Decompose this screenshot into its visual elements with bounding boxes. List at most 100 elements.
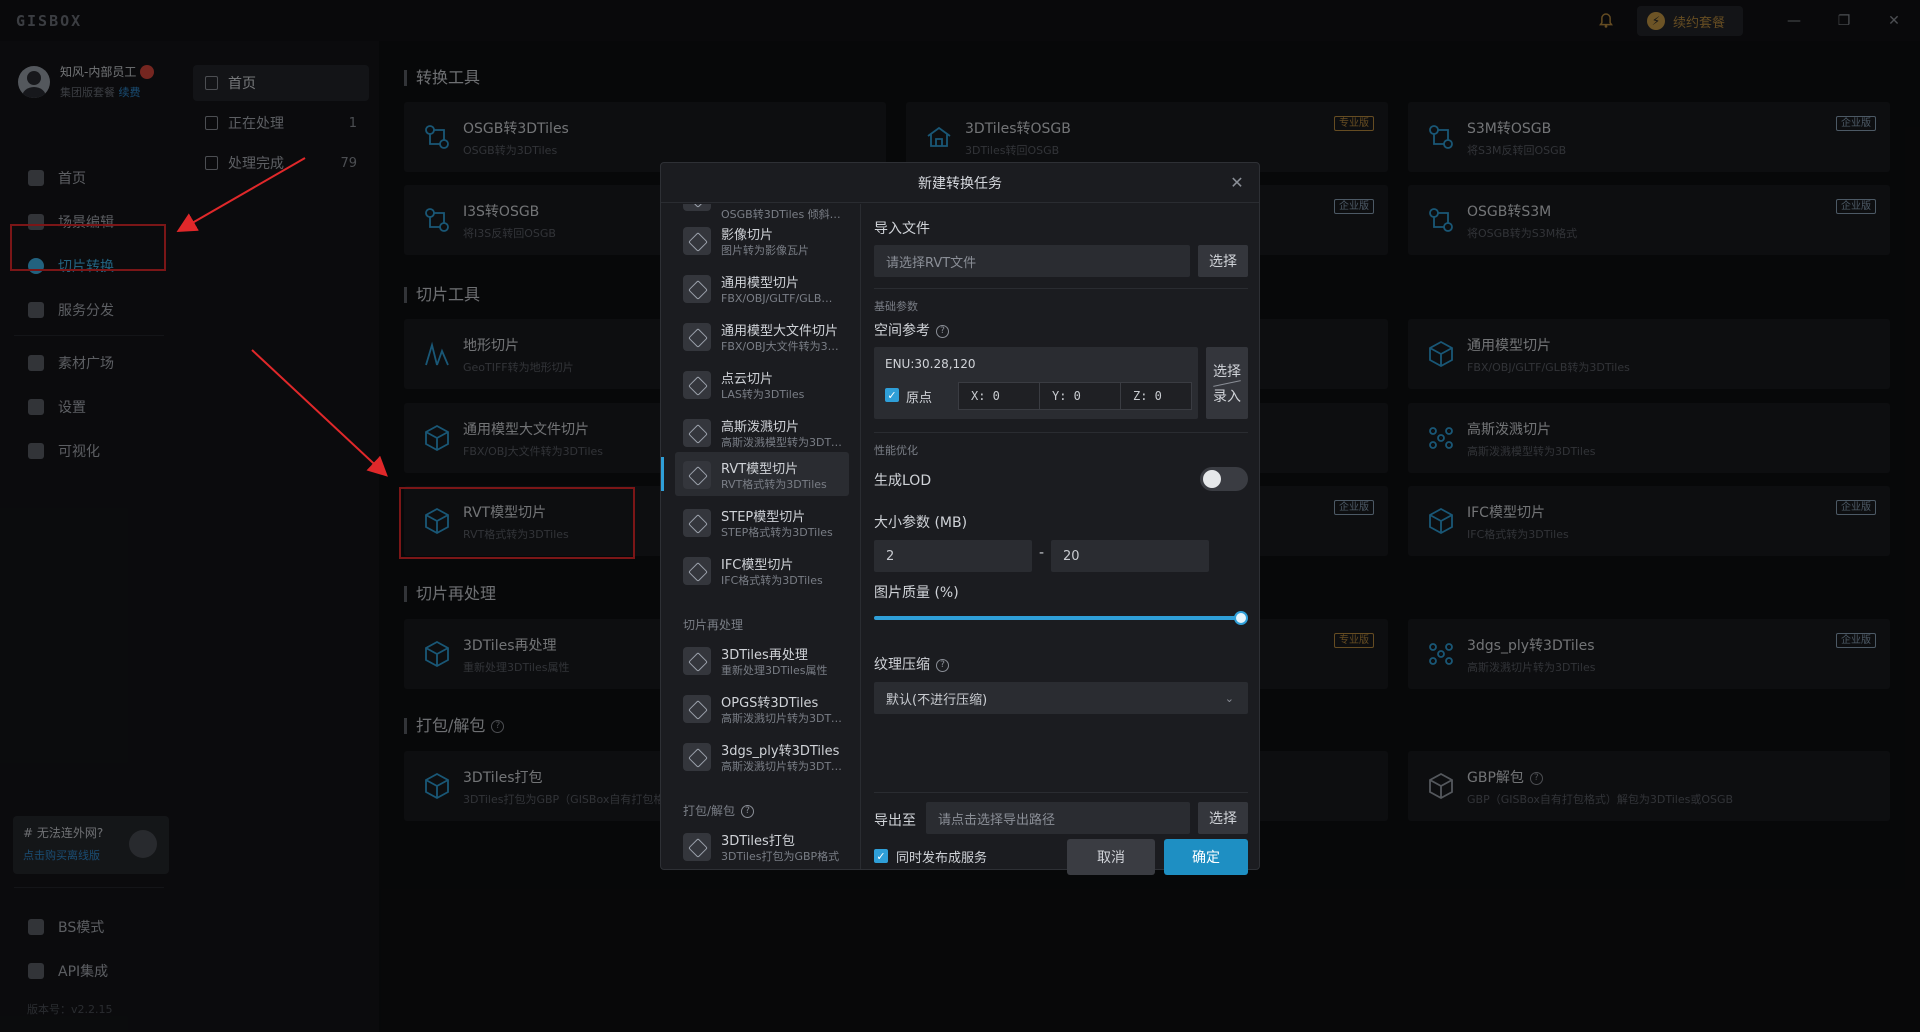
card-s3m-osgb[interactable]: S3M转OSGB 将S3M反转回OSGB 企业版 bbox=[1408, 102, 1890, 172]
list-item-title: OPGS转3DTiles bbox=[721, 696, 819, 711]
card-desc: IFC格式转为3DTiles bbox=[1467, 528, 1569, 541]
chart-icon bbox=[28, 355, 44, 371]
cube-icon bbox=[683, 833, 711, 861]
nav-item-bs-mode[interactable]: BS模式 bbox=[14, 907, 164, 947]
card-ifc[interactable]: IFC模型切片 IFC格式转为3DTiles 企业版 bbox=[1408, 486, 1890, 556]
renew-link[interactable]: 续费 bbox=[119, 86, 141, 99]
import-file-input[interactable]: 请选择RVT文件 bbox=[874, 245, 1190, 277]
size-min-input[interactable]: 2 bbox=[874, 540, 1032, 572]
modal-title: 新建转换任务 bbox=[661, 163, 1259, 203]
list-item-desc: 图片转为影像瓦片 bbox=[721, 244, 809, 257]
code-icon bbox=[28, 919, 44, 935]
subnav-label: 正在处理 bbox=[228, 116, 284, 132]
tile-icon bbox=[683, 204, 711, 211]
quality-slider-track[interactable] bbox=[874, 616, 1238, 620]
list-item-opgs[interactable]: OPGS转3DTiles 高斯泼溅切片转为3DTiles bbox=[675, 686, 849, 730]
help-icon[interactable]: ? bbox=[936, 324, 949, 338]
origin-checkbox[interactable]: ✓ bbox=[885, 388, 899, 402]
nav-item-settings[interactable]: 设置 bbox=[14, 387, 164, 427]
list-item-step[interactable]: STEP模型切片 STEP格式转为3DTiles bbox=[675, 500, 849, 544]
card-desc: 将OSGB转为S3M格式 bbox=[1467, 227, 1578, 240]
import-label: 导入文件 bbox=[874, 221, 930, 237]
active-indicator bbox=[661, 457, 664, 491]
help-icon[interactable]: ? bbox=[741, 805, 755, 818]
list-item-pointcloud[interactable]: 点云切片 LAS转为3DTiles bbox=[675, 362, 849, 406]
subnav-processing[interactable]: 正在处理 1 bbox=[193, 105, 369, 141]
list-item-gaussian[interactable]: 高斯泼溅切片 高斯泼溅模型转为3DTiles bbox=[675, 410, 849, 454]
list-item-model-general[interactable]: 通用模型切片FBX/OBJ/GLTF/GLB转为3DTiles bbox=[675, 266, 849, 310]
bell-icon[interactable] bbox=[1595, 9, 1617, 31]
list-item-title: 3DTiles再处理 bbox=[721, 648, 808, 663]
card-osgb-s3m[interactable]: OSGB转S3M 将OSGB转为S3M格式 企业版 bbox=[1408, 185, 1890, 255]
user-plan: 集团版套餐 bbox=[60, 86, 115, 99]
spatial-ref-pick-button[interactable]: 选择 录入 bbox=[1206, 347, 1248, 419]
secondary-sidebar: 首页 正在处理 1 处理完成 79 bbox=[181, 41, 379, 1032]
close-window-icon[interactable]: ✕ bbox=[1882, 9, 1906, 33]
export-label: 导出至 bbox=[874, 813, 916, 829]
x-input[interactable]: X: 0 bbox=[958, 382, 1040, 410]
cube-icon bbox=[683, 461, 711, 489]
list-item-image-slice[interactable]: 影像切片 图片转为影像瓦片 bbox=[675, 218, 849, 262]
nav-item-visualize[interactable]: 可视化 bbox=[14, 431, 164, 471]
list-item-model-large[interactable]: 通用模型大文件切片FBX/OBJ大文件转为3DTiles bbox=[675, 314, 849, 358]
list-item[interactable]: OSGB转3DTiles 倾斜摄影 bbox=[675, 204, 849, 221]
version-label: 版本号：v2.2.15 bbox=[27, 1003, 113, 1016]
list-item-3dtiles-pack[interactable]: 3DTiles打包 3DTiles打包为GBP格式 bbox=[675, 824, 849, 868]
help-icon[interactable]: ? bbox=[1529, 771, 1543, 785]
export-select-button[interactable]: 选择 bbox=[1198, 802, 1248, 834]
card-gbp-unpack[interactable]: GBP解包? GBP（GISBox自有打包格式）解包为3DTiles或OSGB bbox=[1408, 751, 1890, 821]
confirm-button[interactable]: 确定 bbox=[1164, 839, 1248, 875]
restore-icon[interactable]: ❐ bbox=[1832, 9, 1856, 33]
help-icon[interactable]: ? bbox=[491, 720, 505, 733]
nav-item-service[interactable]: 服务分发 bbox=[14, 290, 164, 330]
list-item-3dgs-ply[interactable]: 3dgs_ply转3DTiles 高斯泼溅切片转为3DTiles bbox=[675, 734, 849, 778]
gaussian-icon bbox=[1429, 643, 1453, 665]
user-profile[interactable]: 知风-内部员工 集团版套餐 续费 bbox=[18, 63, 155, 100]
close-icon[interactable]: ✕ bbox=[1227, 172, 1247, 192]
nav-item-home[interactable]: 首页 bbox=[14, 158, 164, 198]
gaussian-icon bbox=[1429, 427, 1453, 449]
task-type-list[interactable]: OSGB转3DTiles 倾斜摄影 影像切片 图片转为影像瓦片 通用模型切片 FBX… bbox=[661, 204, 861, 869]
package-icon bbox=[1429, 772, 1453, 800]
list-item-desc: RVT格式转为3DTiles bbox=[721, 478, 827, 491]
minimize-icon[interactable]: — bbox=[1782, 9, 1806, 33]
publish-checkbox[interactable]: ✓ bbox=[874, 849, 888, 863]
list-item-rvt[interactable]: RVT模型切片 RVT格式转为3DTiles bbox=[675, 452, 849, 496]
image-icon bbox=[683, 227, 711, 255]
lod-toggle[interactable] bbox=[1200, 467, 1248, 491]
card-title: 通用模型切片 bbox=[1467, 338, 1551, 354]
texture-value: 默认(不进行压缩) bbox=[886, 692, 988, 708]
texture-select[interactable]: 默认(不进行压缩) ⌄ bbox=[874, 682, 1248, 714]
export-path-input[interactable]: 请点击选择导出路径 bbox=[926, 802, 1190, 834]
cube-icon bbox=[425, 424, 449, 452]
list-item-3dtiles-reprocess[interactable]: 3DTiles再处理 重新处理3DTiles属性 bbox=[675, 638, 849, 682]
list-item-desc: LAS转为3DTiles bbox=[721, 388, 805, 401]
processing-count: 1 bbox=[348, 115, 357, 131]
section-pack: 打包/解包? bbox=[404, 718, 505, 734]
card-3dgs-ply[interactable]: 3dgs_ply转3DTiles 高斯泼溅切片转为3DTiles 企业版 bbox=[1408, 619, 1890, 689]
offline-promo[interactable]: # 无法连外网? 点击购买离线版 bbox=[13, 816, 169, 874]
z-input[interactable]: Z: 0 bbox=[1120, 382, 1192, 410]
avatar[interactable] bbox=[18, 65, 50, 98]
pointcloud-icon bbox=[683, 371, 711, 399]
nav-item-api[interactable]: API集成 bbox=[14, 951, 164, 991]
gear-icon bbox=[28, 399, 44, 415]
help-icon[interactable]: ? bbox=[936, 658, 949, 672]
subnav-completed[interactable]: 处理完成 79 bbox=[193, 145, 369, 181]
subnav-home[interactable]: 首页 bbox=[193, 65, 369, 101]
app-logo: GISBOX bbox=[16, 12, 83, 30]
card-model-general[interactable]: 通用模型切片 FBX/OBJ/GLTF/GLB转为3DTiles bbox=[1408, 319, 1890, 389]
renew-plan-button[interactable]: ⚡ 续约套餐 bbox=[1637, 6, 1743, 36]
quality-slider-thumb[interactable] bbox=[1234, 611, 1248, 625]
lod-label: 生成LOD bbox=[874, 473, 932, 489]
y-input[interactable]: Y: 0 bbox=[1039, 382, 1121, 410]
left-sidebar: 知风-内部员工 集团版套餐 续费 首页 场景编辑 切片转换 服务分发 素材广场 … bbox=[0, 41, 181, 1032]
cancel-button[interactable]: 取消 bbox=[1067, 839, 1155, 875]
import-select-button[interactable]: 选择 bbox=[1198, 245, 1248, 277]
perf-opt-label: 性能优化 bbox=[874, 444, 918, 457]
card-gaussian[interactable]: 高斯泼溅切片 高斯泼溅模型转为3DTiles bbox=[1408, 403, 1890, 473]
cube-icon bbox=[683, 275, 711, 303]
size-max-input[interactable]: 20 bbox=[1051, 540, 1209, 572]
list-item-ifc[interactable]: IFC模型切片 IFC格式转为3DTiles bbox=[675, 548, 849, 592]
nav-item-materials[interactable]: 素材广场 bbox=[14, 343, 164, 383]
